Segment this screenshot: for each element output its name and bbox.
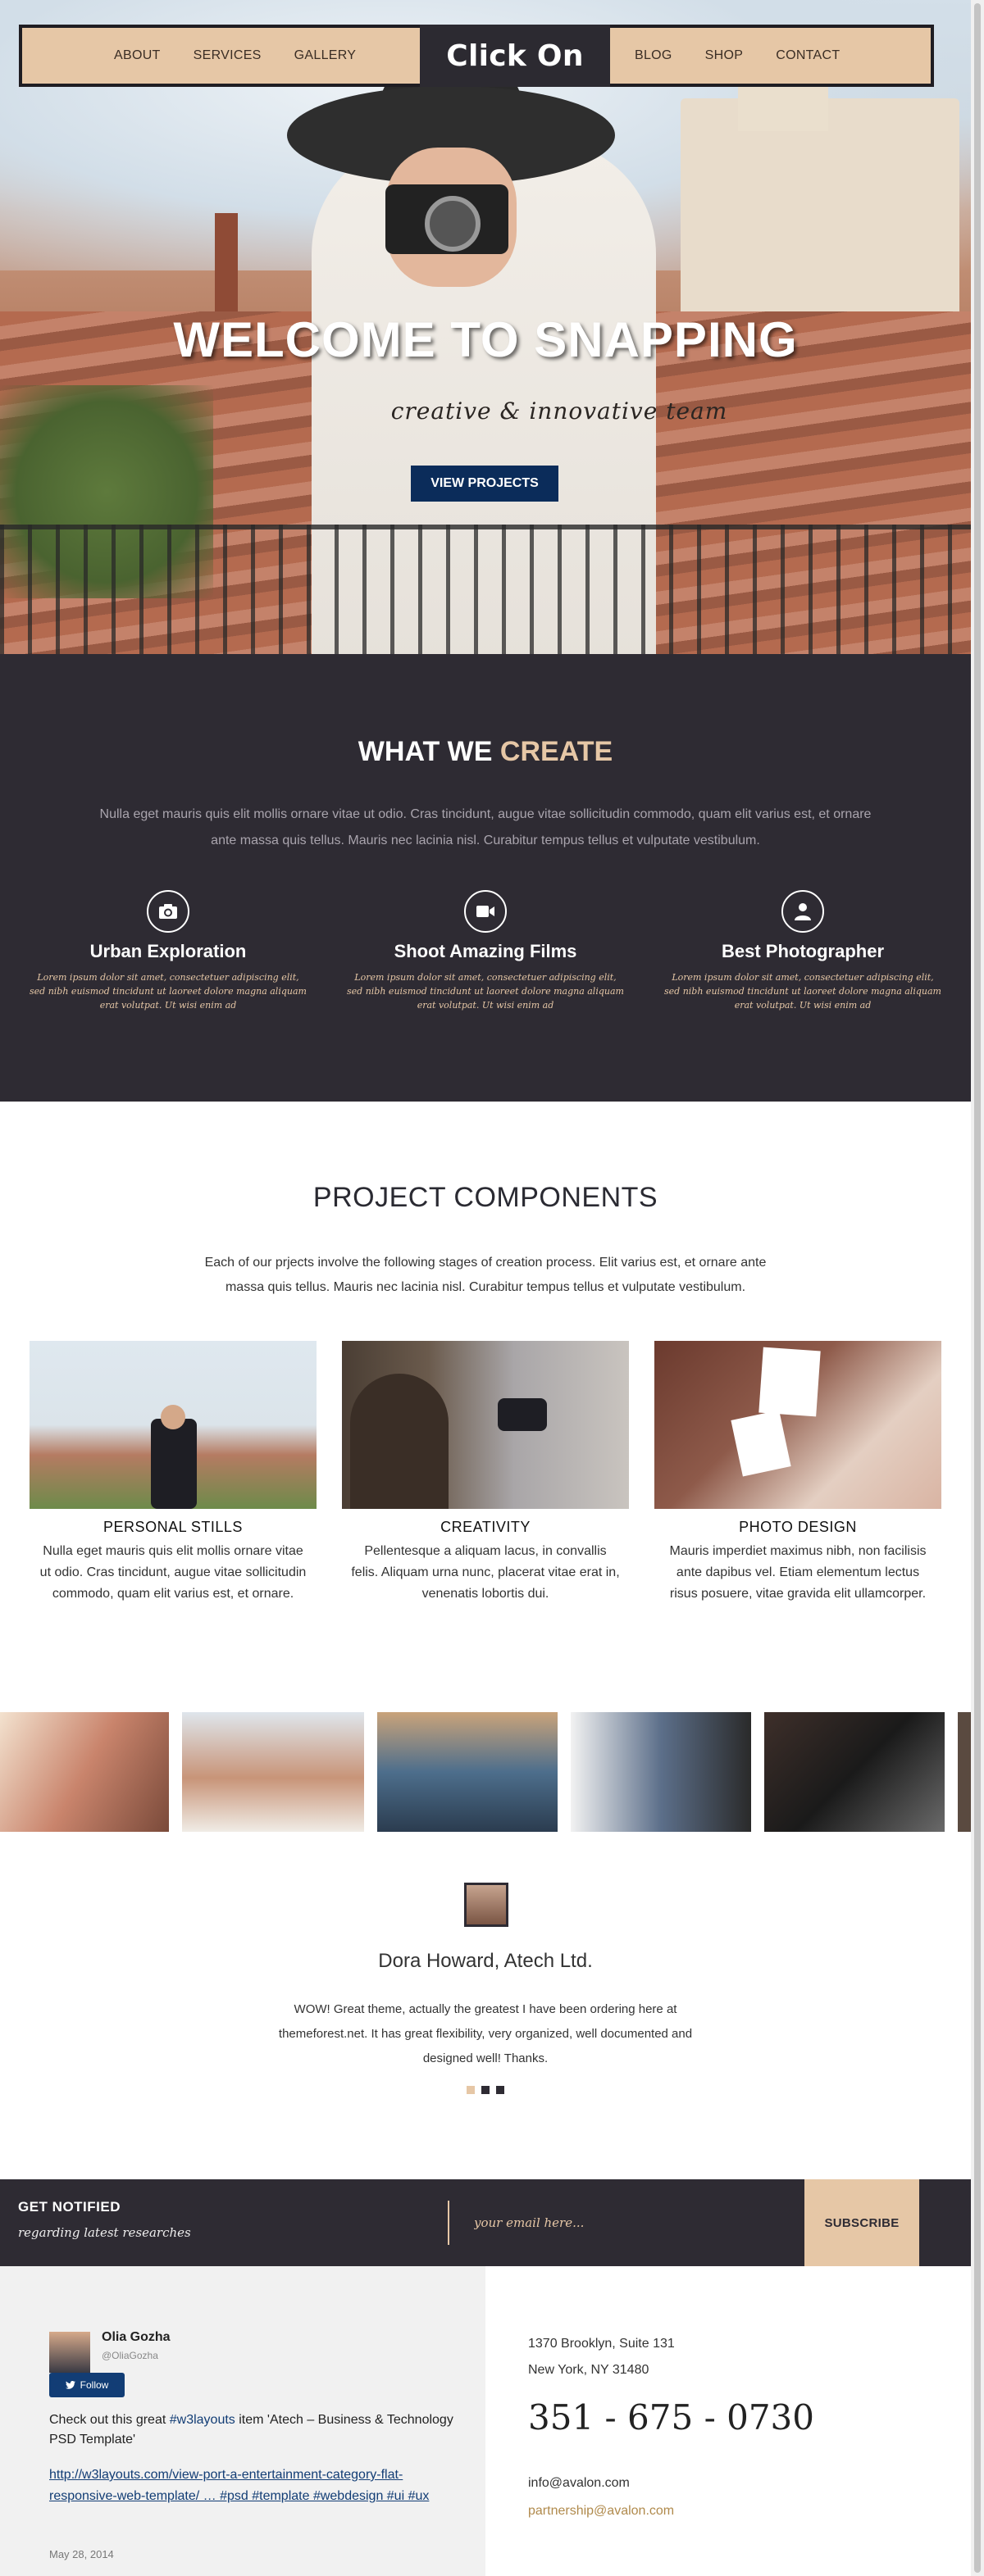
newsletter-subtitle: regarding latest researches [18, 2225, 191, 2240]
feature-item: Shoot Amazing Films Lorem ipsum dolor si… [342, 890, 629, 1012]
email-info[interactable]: info@avalon.com [528, 2476, 630, 2491]
gallery-strip [0, 1712, 971, 1835]
video-camera-icon [464, 890, 507, 933]
nav-about[interactable]: ABOUT [114, 48, 161, 63]
project-image[interactable] [654, 1341, 941, 1509]
carousel-dot[interactable] [467, 2086, 475, 2094]
tweet-avatar[interactable] [49, 2332, 90, 2373]
site-logo[interactable]: Click On [420, 25, 610, 87]
testimonial-quote: WOW! Great theme, actually the greatest … [278, 2002, 693, 2065]
section-title: WHAT WE CREATE [0, 736, 971, 768]
nav-services[interactable]: SERVICES [194, 48, 262, 63]
gallery-thumb[interactable] [0, 1712, 169, 1832]
main-nav: ABOUT SERVICES GALLERY Click On BLOG SHO… [19, 25, 934, 87]
camera-icon [147, 890, 189, 933]
feature-title: Shoot Amazing Films [394, 941, 577, 961]
section-lead: Nulla eget mauris quis elit mollis ornar… [99, 807, 872, 847]
hero-railing [0, 525, 971, 654]
nav-gallery[interactable]: GALLERY [294, 48, 357, 63]
twitter-icon [65, 2381, 75, 2389]
email-input[interactable] [459, 2201, 787, 2245]
gallery-thumb[interactable] [377, 1712, 558, 1832]
project-image[interactable] [30, 1341, 317, 1509]
project-text: Mauris imperdiet maximus nibh, non facil… [669, 1544, 927, 1601]
feature-item: Urban Exploration Lorem ipsum dolor sit … [25, 890, 312, 1012]
follow-label: Follow [80, 2379, 109, 2391]
page-scrollbar[interactable] [971, 0, 984, 2576]
tweet-text-before: Check out this great [49, 2413, 166, 2427]
carousel-dot[interactable] [481, 2086, 490, 2094]
email-partnership[interactable]: partnership@avalon.com [528, 2504, 674, 2519]
project-cards: PERSONAL STILLS Nulla eget mauris quis e… [30, 1341, 941, 1605]
feature-text: Lorem ipsum dolor sit amet, consectetuer… [30, 972, 307, 1011]
input-divider [448, 2201, 449, 2245]
feature-title: Best Photographer [721, 941, 885, 961]
gallery-thumb[interactable] [764, 1712, 945, 1832]
project-title: CREATIVITY [440, 1519, 531, 1535]
project-card[interactable]: PERSONAL STILLS Nulla eget mauris quis e… [30, 1341, 317, 1605]
photo-slide [758, 1347, 821, 1417]
photo-slide [731, 1410, 791, 1477]
section-title: PROJECT COMPONENTS [312, 1182, 658, 1213]
piano [498, 1398, 547, 1431]
project-title: PERSONAL STILLS [103, 1519, 243, 1535]
title-main: WHAT WE [358, 736, 493, 767]
project-card[interactable]: CREATIVITY Pellentesque a aliquam lacus,… [342, 1341, 629, 1605]
testimonial-avatar [464, 1883, 508, 1927]
tweet-panel: Olia Gozha @OliaGozha Follow Check out t… [0, 2266, 485, 2576]
project-text: Nulla eget mauris quis elit mollis ornar… [39, 1544, 307, 1601]
tweet-text: Check out this great #w3layouts item 'At… [49, 2410, 459, 2450]
testimonial-name: Dora Howard, Atech Ltd. [378, 1950, 593, 1972]
feature-text: Lorem ipsum dolor sit amet, consectetuer… [664, 972, 941, 1011]
photographer-figure [350, 1374, 449, 1509]
carousel-dots [0, 2086, 971, 2094]
hero-tagline: creative & innovative team [390, 398, 728, 425]
man-head [161, 1405, 185, 1429]
hero-section: ABOUT SERVICES GALLERY Click On BLOG SHO… [0, 0, 971, 654]
gallery-thumb[interactable] [182, 1712, 364, 1832]
tweet-date: May 28, 2014 [49, 2548, 114, 2560]
user-icon [781, 890, 824, 933]
man-in-suit [151, 1419, 197, 1509]
project-title: PHOTO DESIGN [739, 1519, 857, 1535]
project-image[interactable] [342, 1341, 629, 1509]
follow-button[interactable]: Follow [49, 2373, 125, 2397]
footer: Olia Gozha @OliaGozha Follow Check out t… [0, 2266, 971, 2576]
gallery-thumb[interactable] [571, 1712, 751, 1832]
tweet-handle[interactable]: @OliaGozha [102, 2350, 158, 2361]
project-components-section: PROJECT COMPONENTS Each of our prjects i… [0, 1102, 971, 1712]
address-line-1: 1370 Brooklyn, Suite 131 [528, 2337, 675, 2351]
what-we-create-section: WHAT WE CREATE Nulla eget mauris quis el… [0, 654, 971, 1102]
hero-chimney [215, 213, 238, 311]
view-projects-button[interactable]: VIEW PROJECTS [411, 466, 558, 502]
tweet-hashtag[interactable]: #w3layouts [170, 2413, 235, 2427]
project-text: Pellentesque a aliquam lacus, in convall… [351, 1544, 620, 1601]
title-accent: CREATE [499, 736, 613, 767]
feature-text: Lorem ipsum dolor sit amet, consectetuer… [347, 972, 624, 1011]
hero-camera [385, 184, 508, 254]
contact-panel: 1370 Brooklyn, Suite 131 New York, NY 31… [485, 2266, 971, 2576]
section-lead: Each of our prjects involve the followin… [204, 1256, 767, 1294]
tweet-author[interactable]: Olia Gozha [102, 2330, 171, 2345]
feature-title: Urban Exploration [89, 941, 247, 961]
feature-item: Best Photographer Lorem ipsum dolor sit … [659, 890, 946, 1012]
scrollbar-thumb[interactable] [974, 3, 981, 2573]
gallery-thumb[interactable] [958, 1712, 971, 1832]
features-list: Urban Exploration Lorem ipsum dolor sit … [0, 890, 971, 1012]
subscribe-button[interactable]: SUBSCRIBE [804, 2179, 919, 2266]
carousel-dot[interactable] [496, 2086, 504, 2094]
nav-blog[interactable]: BLOG [635, 48, 672, 63]
nav-shop[interactable]: SHOP [705, 48, 744, 63]
nav-contact[interactable]: CONTACT [776, 48, 840, 63]
phone-number: 351 - 675 - 0730 [528, 2397, 815, 2437]
testimonial-section: Dora Howard, Atech Ltd. WOW! Great theme… [0, 1835, 971, 2179]
hero-title: WELCOME TO SNAPPING [173, 312, 798, 367]
newsletter-bar: GET NOTIFIED regarding latest researches… [0, 2179, 971, 2266]
project-card[interactable]: PHOTO DESIGN Mauris imperdiet maximus ni… [654, 1341, 941, 1605]
address-line-2: New York, NY 31480 [528, 2363, 649, 2377]
newsletter-title: GET NOTIFIED [18, 2199, 121, 2215]
tweet-link[interactable]: http://w3layouts.com/view-port-a-enterta… [49, 2465, 459, 2507]
